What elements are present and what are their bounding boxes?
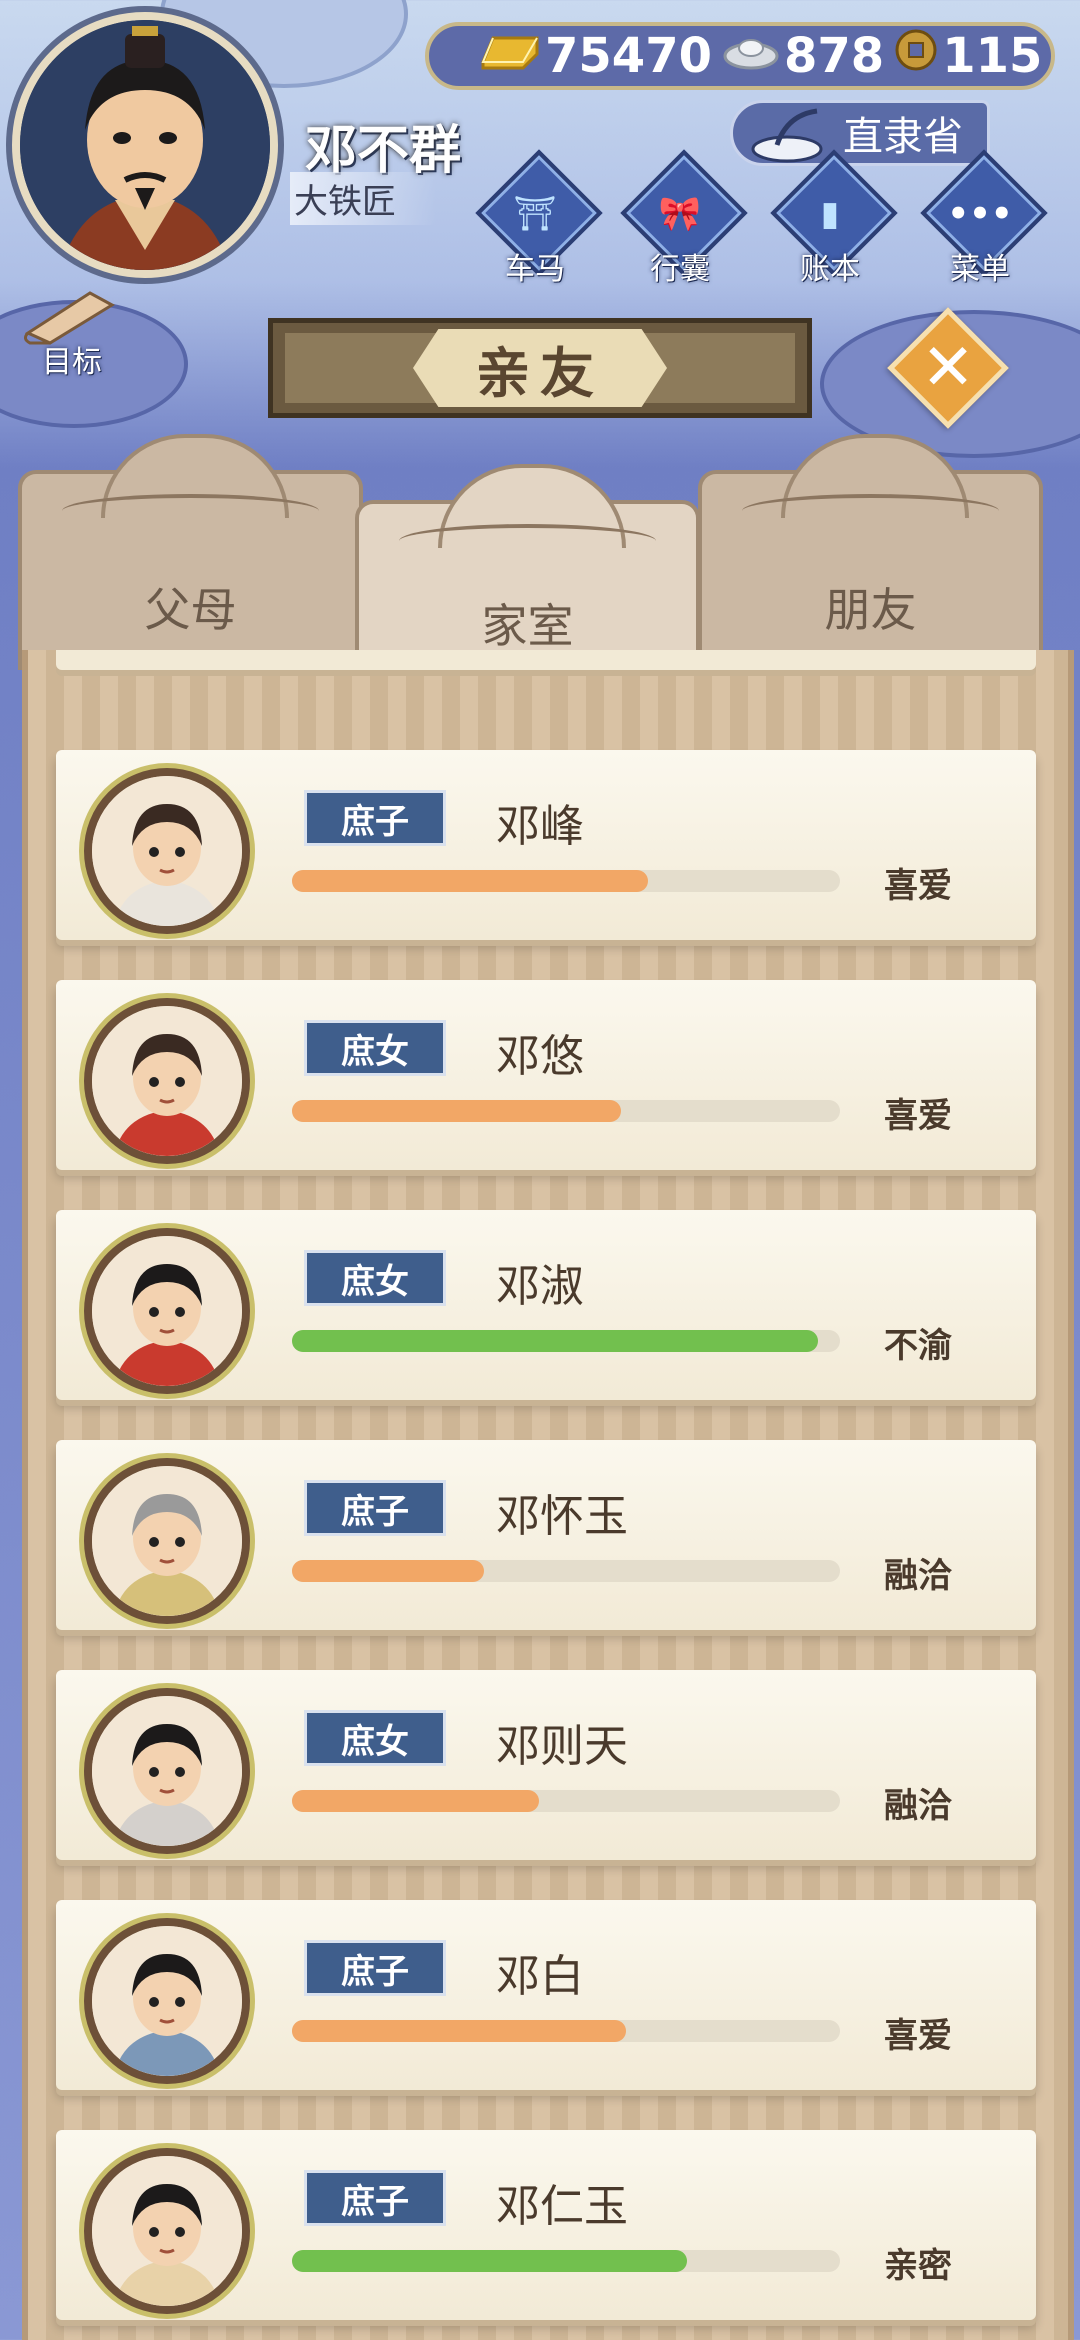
goal-button[interactable]: 目标 xyxy=(20,285,120,380)
member-name: 邓仁玉 xyxy=(496,2181,628,2232)
carriage-label: 车马 xyxy=(505,252,565,287)
relationship-status: 喜爱 xyxy=(884,2016,952,2056)
province-button[interactable]: 直隶省 xyxy=(730,100,990,166)
silver-currency: 878 xyxy=(722,28,884,84)
member-avatar xyxy=(84,2148,250,2314)
menu-button[interactable]: ••• 菜单 xyxy=(915,149,1048,288)
affinity-bar xyxy=(292,870,840,892)
bag-button[interactable]: 🎀 行囊 xyxy=(615,149,748,288)
currency-bar: 75470 878 115 xyxy=(425,22,1055,90)
carriage-button[interactable]: ⛩ 车马 xyxy=(470,149,603,288)
brush-icon xyxy=(747,105,827,175)
list-item[interactable]: 庶女 邓淑 不渝 xyxy=(56,1210,1036,1400)
member-avatar xyxy=(84,1458,250,1624)
list-item-partial xyxy=(56,650,1036,670)
bag-icon: 🎀 xyxy=(658,194,702,234)
member-name: 邓则天 xyxy=(496,1721,628,1772)
relationship-status: 亲密 xyxy=(884,2246,952,2286)
member-name: 邓白 xyxy=(496,1951,584,2002)
relationship-status: 喜爱 xyxy=(884,1096,952,1136)
affinity-fill xyxy=(292,1330,819,1352)
role-badge: 庶女 xyxy=(304,1710,446,1766)
copper-coin-icon xyxy=(894,28,938,84)
close-icon: ✕ xyxy=(921,331,975,405)
affinity-bar xyxy=(292,1790,840,1812)
ledger-label: 账本 xyxy=(800,252,860,287)
member-name: 邓淑 xyxy=(496,1261,584,1312)
player-title: 大铁匠 xyxy=(290,172,436,225)
menu-label: 菜单 xyxy=(950,252,1010,287)
gold-ingot-icon xyxy=(479,28,541,84)
list-item[interactable]: 庶女 邓悠 喜爱 xyxy=(56,980,1036,1170)
member-avatar xyxy=(84,768,250,934)
affinity-bar xyxy=(292,1100,840,1122)
cloud-ornament-icon xyxy=(742,494,999,528)
province-label: 直隶省 xyxy=(843,114,963,160)
relationship-status: 融洽 xyxy=(884,1556,952,1596)
bag-label: 行囊 xyxy=(650,252,710,287)
member-avatar xyxy=(84,998,250,1164)
member-avatar xyxy=(84,1228,250,1394)
coin-amount: 115 xyxy=(942,28,1043,84)
list-item[interactable]: 庶子 邓峰 喜爱 xyxy=(56,750,1036,940)
member-name: 邓悠 xyxy=(496,1031,584,1082)
tab-friends[interactable]: 朋友 xyxy=(698,434,1043,670)
role-badge: 庶子 xyxy=(304,790,446,846)
relationship-status: 融洽 xyxy=(884,1786,952,1826)
gold-currency: 75470 xyxy=(479,28,712,84)
role-badge: 庶子 xyxy=(304,1940,446,1996)
title-banner: 亲友 xyxy=(268,318,812,418)
tab-parents[interactable]: 父母 xyxy=(18,434,363,670)
ledger-button[interactable]: ▮ 账本 xyxy=(765,149,898,288)
relationship-status: 不渝 xyxy=(884,1326,952,1366)
page-title: 亲友 xyxy=(413,329,667,407)
affinity-fill xyxy=(292,1100,621,1122)
tab-label: 朋友 xyxy=(824,583,917,637)
member-name: 邓怀玉 xyxy=(496,1491,628,1542)
affinity-bar xyxy=(292,2250,840,2272)
carriage-icon: ⛩ xyxy=(513,194,557,234)
list-item[interactable]: 庶女 邓则天 融洽 xyxy=(56,1670,1036,1860)
affinity-bar xyxy=(292,1330,840,1352)
family-list[interactable]: 庶子 邓峰 喜爱 庶女 邓悠 喜爱 庶女 邓淑 不渝 庶子 邓怀玉 融洽 庶女 … xyxy=(22,650,1074,2340)
coin-currency: 115 xyxy=(894,28,1042,84)
tab-label: 家室 xyxy=(481,599,574,653)
member-avatar xyxy=(84,1688,250,1854)
affinity-fill xyxy=(292,2250,687,2272)
affinity-fill xyxy=(292,2020,627,2042)
player-portrait-icon xyxy=(20,20,270,270)
affinity-bar xyxy=(292,2020,840,2042)
affinity-fill xyxy=(292,870,649,892)
role-badge: 庶子 xyxy=(304,2170,446,2226)
goal-label: 目标 xyxy=(42,345,102,380)
list-item[interactable]: 庶子 邓怀玉 融洽 xyxy=(56,1440,1036,1630)
list-item[interactable]: 庶子 邓仁玉 亲密 xyxy=(56,2130,1036,2320)
ledger-icon: ▮ xyxy=(820,194,840,234)
role-badge: 庶子 xyxy=(304,1480,446,1536)
silver-amount: 878 xyxy=(784,28,885,84)
player-avatar[interactable] xyxy=(12,12,278,278)
list-item[interactable]: 庶子 邓白 喜爱 xyxy=(56,1900,1036,2090)
role-badge: 庶女 xyxy=(304,1020,446,1076)
affinity-fill xyxy=(292,1790,539,1812)
silver-ingot-icon xyxy=(722,28,780,84)
cloud-ornament-icon xyxy=(399,524,656,558)
role-badge: 庶女 xyxy=(304,1250,446,1306)
member-name: 邓峰 xyxy=(496,801,584,852)
relationship-status: 喜爱 xyxy=(884,866,952,906)
menu-dots-icon: ••• xyxy=(947,194,1013,234)
gold-amount: 75470 xyxy=(545,28,712,84)
cloud-ornament-icon xyxy=(62,494,319,528)
affinity-fill xyxy=(292,1560,484,1582)
member-avatar xyxy=(84,1918,250,2084)
scroll-icon xyxy=(23,291,115,345)
tab-label: 父母 xyxy=(144,583,237,637)
affinity-bar xyxy=(292,1560,840,1582)
